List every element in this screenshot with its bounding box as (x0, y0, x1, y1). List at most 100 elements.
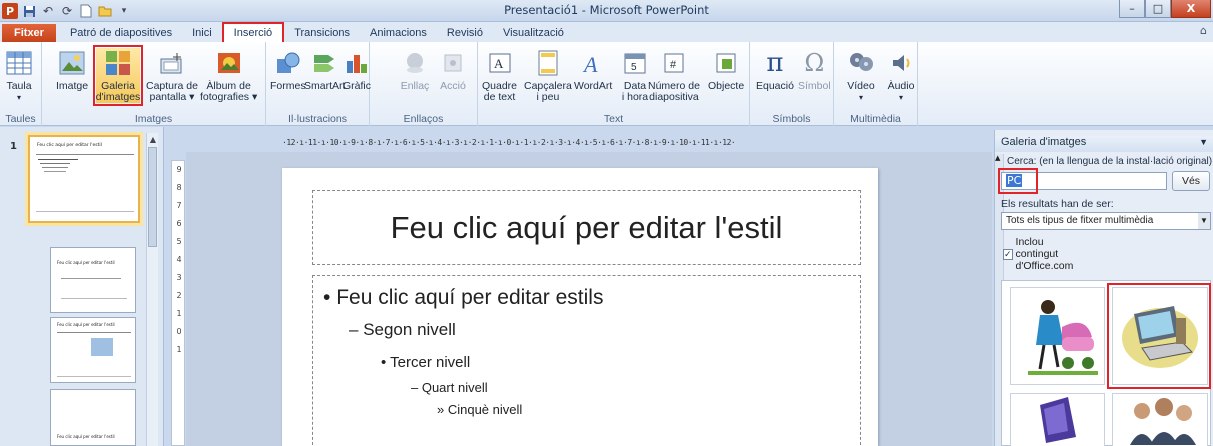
tab-fitxer[interactable]: Fitxer (2, 24, 56, 42)
master-thumb-title: Feu clic aquí per editar l'estil (37, 143, 102, 148)
chart-button[interactable]: Gràfic (342, 48, 372, 92)
screenshot-icon (157, 48, 187, 78)
hyperlink-icon (400, 48, 430, 78)
date-time-button[interactable]: 5 Data i hora (620, 48, 650, 103)
screenshot-button[interactable]: Captura de pantalla ▾ (146, 48, 198, 103)
include-office-checkbox[interactable]: ✓ Inclou contingut d'Office.com (1003, 236, 1075, 272)
window-controls: – □ X (1119, 0, 1211, 18)
clip-art-button[interactable]: Galeria d'imatges (93, 45, 143, 106)
table-icon (4, 48, 34, 78)
slide-number-icon: # (659, 48, 689, 78)
smartart-button[interactable]: SmartArt (304, 48, 345, 92)
results-label: Els resultats han de ser: (1001, 198, 1114, 210)
layout-thumbnail-content[interactable]: Feu clic aquí per editar l'estil (50, 317, 136, 383)
svg-text:A: A (582, 52, 598, 75)
svg-text:#: # (670, 59, 677, 71)
object-button[interactable]: Objecte (708, 48, 744, 92)
svg-text:5: 5 (631, 62, 637, 73)
table-label: Taula (6, 80, 32, 92)
text-box-label-2: de text (483, 91, 516, 103)
bullet-level-5: » Cinquè nivell (437, 402, 523, 417)
content-placeholder[interactable]: • Feu clic aquí per editar estils – Sego… (312, 275, 861, 446)
vertical-ruler: 987 654 321 01 (171, 160, 185, 446)
layout-thumbnail-title[interactable]: Feu clic aquí per editar l'estil (50, 247, 136, 313)
slide[interactable]: Feu clic aquí per editar l'estil • Feu c… (282, 168, 878, 446)
tab-visualitzacio[interactable]: Visualització (493, 24, 574, 42)
bullet-level-3: • Tercer nivell (381, 354, 471, 371)
task-pane-menu-icon[interactable]: ▼ (1199, 137, 1208, 147)
minimize-button[interactable]: – (1119, 0, 1145, 18)
audio-label: Àudio (887, 80, 915, 92)
slide-number-label-2: diapositiva (649, 91, 699, 103)
horizontal-ruler: ·12·ı·11·ı·10·ı·9·ı·8·ı·7·ı·6·ı·5·ı·4·ı·… (282, 138, 736, 147)
group-enllacos: Enllaç Acció Enllaços (370, 42, 478, 126)
group-simbols: π Equació Ω Símbol Símbols (750, 42, 834, 126)
title-placeholder[interactable]: Feu clic aquí per editar l'estil (312, 190, 861, 265)
text-box-button[interactable]: A Quadre de text (482, 48, 517, 103)
scroll-up-icon[interactable]: ▲ (147, 133, 159, 145)
picture-label: Imatge (56, 80, 89, 92)
tab-insercio[interactable]: Inserció (221, 22, 285, 42)
slide-thumbnails-pane: 1 Feu clic aquí per editar l'estil Feu c… (0, 127, 164, 446)
ribbon-tabs: Fitxer Patró de diapositives Inici Inser… (0, 22, 1213, 42)
tab-animacions[interactable]: Animacions (360, 24, 437, 42)
close-button[interactable]: X (1171, 0, 1211, 18)
header-footer-icon (533, 48, 563, 78)
audio-button[interactable]: Àudio ▾ (886, 48, 916, 103)
equation-button[interactable]: π Equació (756, 48, 794, 92)
thumbnails-scrollbar[interactable]: ▲ (146, 133, 158, 446)
film-reel-icon (846, 48, 876, 78)
tab-patro-diapositives[interactable]: Patró de diapositives (60, 24, 182, 42)
picture-button[interactable]: Imatge (56, 48, 88, 92)
checkbox-icon[interactable]: ✓ (1003, 248, 1013, 260)
clip-art-result-people[interactable] (1112, 393, 1208, 446)
date-time-label-2: i hora (621, 91, 649, 103)
table-button[interactable]: Taula ▾ (4, 48, 34, 103)
header-footer-button[interactable]: Capçalera i peu (524, 48, 572, 103)
thumbnails-scroll-thumb[interactable] (148, 147, 157, 247)
result-highlight (1107, 283, 1211, 389)
ribbon: Taula ▾ Taules Imatge Galeria d'imatges … (0, 42, 1213, 126)
slide-canvas: Feu clic aquí per editar l'estil • Feu c… (186, 152, 992, 446)
clip-art-label-2: d'imatges (95, 91, 141, 103)
group-label-taules: Taules (5, 113, 36, 125)
photo-album-button[interactable]: Àlbum de fotografies ▾ (200, 48, 257, 103)
clip-art-result-pc-tower[interactable] (1010, 393, 1105, 446)
group-taules: Taula ▾ Taules (0, 42, 42, 126)
bullet-level-4: – Quart nivell (411, 380, 488, 395)
wordart-button[interactable]: A WordArt (574, 48, 612, 92)
group-label-enllacos: Enllaços (403, 113, 444, 125)
photo-album-icon (214, 48, 244, 78)
object-icon (711, 48, 741, 78)
task-pane-scroll-up-icon[interactable]: ▲ (995, 154, 1000, 162)
speaker-icon (886, 48, 916, 78)
group-text: A Quadre de text Capçalera i peu A WordA… (478, 42, 750, 126)
help-icon[interactable]: ⌂ (1200, 24, 1207, 37)
tab-revisio[interactable]: Revisió (437, 24, 493, 42)
results-type-select[interactable]: Tots els tipus de fitxer multimèdia ▼ (1001, 212, 1211, 230)
video-button[interactable]: Vídeo ▾ (846, 48, 876, 103)
vertical-ruler-marks: 987 654 321 01 (176, 165, 182, 354)
go-button[interactable]: Vés (1172, 171, 1210, 191)
people-clip-icon (1130, 398, 1196, 445)
layout-thumb-section-title: Feu clic aquí per editar l'estil (57, 434, 115, 439)
clip-art-result-stroller[interactable] (1010, 287, 1105, 385)
layout-placeholder-icons (91, 338, 113, 356)
layout-thumbnail-section[interactable]: Feu clic aquí per editar l'estil (50, 389, 136, 446)
maximize-button[interactable]: □ (1145, 0, 1171, 18)
layout-thumb-content-title: Feu clic aquí per editar l'estil (57, 322, 115, 327)
search-label: Cerca: (en la llengua de la instal·lació… (1007, 156, 1213, 167)
slide-master-thumbnail[interactable]: Feu clic aquí per editar l'estil (28, 135, 140, 223)
symbol-button[interactable]: Ω Símbol (798, 48, 831, 92)
video-label: Vídeo (847, 80, 875, 92)
chart-label: Gràfic (342, 80, 371, 92)
svg-text:A: A (494, 56, 504, 71)
slide-number-button[interactable]: # Número de diapositiva (648, 48, 700, 103)
shapes-button[interactable]: Formes (270, 48, 306, 92)
action-button: Acció (438, 48, 468, 92)
dropdown-arrow-icon[interactable]: ▼ (1198, 213, 1210, 229)
text-box-icon: A (485, 48, 515, 78)
hyperlink-label: Enllaç (400, 80, 430, 92)
tab-transicions[interactable]: Transicions (284, 24, 360, 42)
tab-inici[interactable]: Inici (182, 24, 222, 42)
